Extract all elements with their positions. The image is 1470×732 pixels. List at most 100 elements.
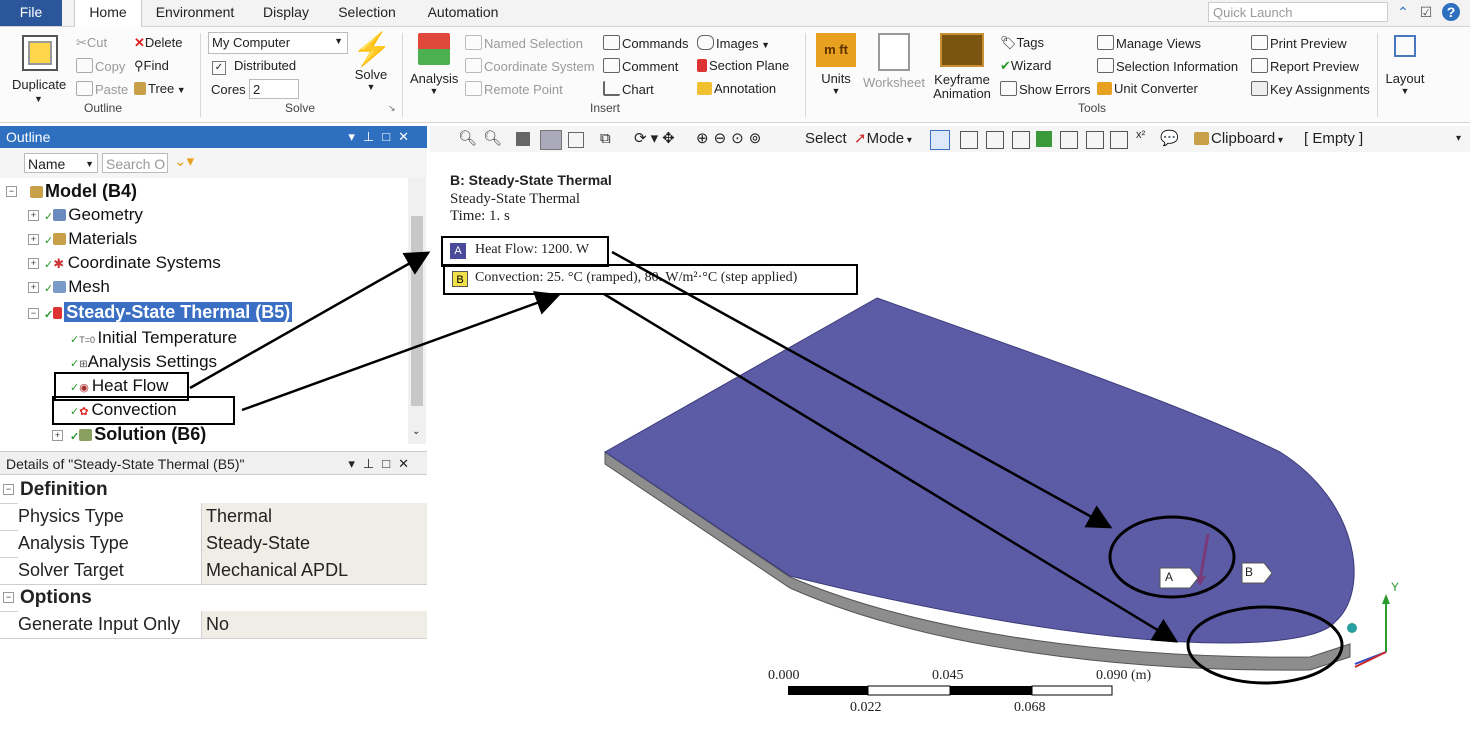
solve-target-select[interactable]: My Computer ▼ — [208, 32, 348, 54]
zoom-tools-icon[interactable]: 🔍︎🔍︎ — [458, 127, 508, 151]
images-button[interactable]: Images ▼ — [697, 35, 770, 51]
chevron-up-icon[interactable]: ⌃ — [1394, 3, 1412, 21]
layout-button[interactable]: Layout ▼ — [1383, 35, 1427, 113]
group-label-solve: Solve — [284, 101, 316, 115]
report-preview-button[interactable]: Report Preview — [1251, 58, 1359, 74]
keyframe-animation-button[interactable]: Keyframe Animation — [930, 33, 994, 113]
key-assignments-button[interactable]: Key Assignments — [1251, 81, 1370, 97]
section-plane-button[interactable]: Section Plane — [697, 58, 789, 73]
expand-icon[interactable]: + — [28, 282, 39, 293]
solve-button[interactable]: ⚡ Solve ▼ — [352, 31, 392, 111]
annotation-button[interactable]: Annotation — [697, 81, 776, 96]
unit-converter-button[interactable]: Unit Converter — [1097, 81, 1198, 96]
tree-item-analysis-settings[interactable]: ✓⊞Analysis Settings — [70, 352, 217, 372]
graphics-viewport[interactable]: B: Steady-State Thermal Steady-State The… — [430, 152, 1470, 732]
plate-top — [604, 297, 1355, 644]
collapse-icon[interactable]: − — [28, 308, 39, 319]
legend-item-heat-flow[interactable]: A Heat Flow: 1200. W — [441, 236, 609, 267]
quick-launch-input[interactable]: Quick Launch — [1208, 2, 1388, 22]
details-section-options[interactable]: − Options — [0, 584, 427, 612]
property-value[interactable]: No — [202, 611, 427, 638]
triad-origin — [1347, 623, 1357, 633]
property-value[interactable]: Steady-State — [202, 530, 427, 557]
details-row[interactable]: Solver Target Mechanical APDL — [0, 557, 427, 585]
copy-button[interactable]: Copy — [76, 58, 125, 74]
tree-item-coordinate-systems[interactable]: ✓✱ Coordinate Systems — [44, 253, 221, 273]
tree-item-steady-state-thermal[interactable]: ✓ Steady-State Thermal (B5) — [44, 302, 293, 323]
tab-environment[interactable]: Environment — [155, 0, 235, 26]
tree-item-materials[interactable]: ✓ Materials — [44, 229, 137, 249]
find-button[interactable]: ⚲Find — [134, 58, 169, 74]
expand-icon[interactable]: + — [28, 258, 39, 269]
expand-icon[interactable]: + — [28, 210, 39, 221]
tree-scrollbar[interactable]: ⌄ — [408, 178, 426, 444]
wizard-button[interactable]: ✔Wizard — [1000, 58, 1051, 74]
panel-controls-icon[interactable]: ▾⊥□✕ — [348, 452, 417, 476]
expand-chevron-icon[interactable]: ⌄▾ — [174, 152, 194, 170]
details-section-definition[interactable]: − Definition — [0, 476, 427, 504]
collapse-icon[interactable]: − — [6, 186, 17, 197]
tab-automation[interactable]: Automation — [420, 0, 506, 26]
distributed-label: Distributed — [234, 58, 297, 73]
help-icon[interactable]: ? — [1442, 3, 1460, 21]
show-errors-button[interactable]: Show Errors — [1000, 81, 1091, 97]
selection-filter-icon[interactable]: ⧉ — [600, 127, 611, 151]
clipboard-button[interactable]: Clipboard ▾ — [1194, 127, 1283, 151]
display-style-icons[interactable] — [516, 130, 586, 150]
cut-button[interactable]: ✂Cut — [76, 35, 107, 51]
manage-views-button[interactable]: Manage Views — [1097, 35, 1201, 51]
delete-button[interactable]: ✕Delete — [134, 35, 182, 51]
tab-display[interactable]: Display — [255, 0, 317, 26]
outline-search-input[interactable]: Search O — [102, 153, 168, 173]
cores-input[interactable]: 2 — [249, 79, 299, 99]
checklist-icon[interactable]: ☑ — [1417, 3, 1435, 21]
details-row[interactable]: Analysis Type Steady-State — [0, 530, 427, 558]
tree-item-solution[interactable]: ✓ Solution (B6) — [70, 424, 206, 445]
comment-button[interactable]: Comment — [603, 58, 678, 74]
analysis-button[interactable]: Analysis ▼ — [410, 33, 458, 113]
legend-item-convection[interactable]: B Convection: 25. °C (ramped), 80. W/m²·… — [443, 264, 858, 295]
tree-item-initial-temperature[interactable]: ✓T=0 Initial Temperature — [70, 328, 237, 348]
worksheet-button[interactable]: Worksheet — [862, 33, 926, 113]
collapse-icon[interactable]: − — [3, 484, 14, 495]
tab-home[interactable]: Home — [74, 0, 142, 27]
rotate-pan-icons[interactable]: ⟳▾✥ — [634, 127, 679, 151]
expand-icon[interactable]: + — [52, 430, 63, 441]
tab-selection[interactable]: Selection — [332, 0, 402, 26]
tree-item-mesh[interactable]: ✓ Mesh — [44, 277, 110, 297]
tree-item-label: Model (B4) — [45, 181, 137, 201]
selection-information-button[interactable]: Selection Information — [1097, 58, 1238, 74]
commands-button[interactable]: Commands — [603, 35, 688, 51]
select-mode-button[interactable]: ➚Mode ▾ — [854, 127, 912, 151]
tree-item-model[interactable]: Model (B4) — [30, 181, 137, 202]
toolbar-overflow-icon[interactable]: ▾ — [1456, 127, 1461, 151]
remote-point-button[interactable]: Remote Point — [465, 81, 563, 97]
dialog-launcher-icon[interactable]: ↘ — [388, 103, 396, 114]
chart-button[interactable]: Chart — [603, 81, 654, 97]
selection-type-icons[interactable]: x² 💬 — [930, 129, 1184, 150]
coordinate-system-button[interactable]: Coordinate System — [465, 58, 595, 74]
tree-item-geometry[interactable]: ✓ Geometry — [44, 205, 143, 225]
units-button[interactable]: m ft Units ▼ — [813, 33, 859, 113]
scrollbar-thumb[interactable] — [411, 216, 423, 406]
zoom-fit-icons[interactable]: ⊕⊖⊙⊚ — [696, 127, 766, 151]
paste-button[interactable]: Paste — [76, 81, 128, 97]
named-selection-button[interactable]: Named Selection — [465, 35, 583, 51]
outline-filter-bar: Name ▼ Search O ⌄▾ — [0, 148, 427, 179]
name-filter-select[interactable]: Name ▼ — [24, 153, 98, 173]
group-label-insert: Insert — [589, 101, 620, 115]
property-value[interactable]: Mechanical APDL — [202, 557, 427, 584]
details-row[interactable]: Physics Type Thermal — [0, 503, 427, 531]
expand-icon[interactable]: + — [28, 234, 39, 245]
distributed-checkbox[interactable]: ✓ Distributed — [212, 58, 296, 75]
tab-file[interactable]: File — [0, 0, 62, 26]
tree-button[interactable]: Tree ▼ — [134, 81, 186, 96]
property-value[interactable]: Thermal — [202, 503, 427, 530]
collapse-icon[interactable]: − — [3, 592, 14, 603]
tags-button[interactable]: 🏷Tags — [1000, 35, 1044, 51]
panel-controls-icon[interactable]: ▾⊥□✕ — [348, 126, 417, 148]
print-preview-button[interactable]: Print Preview — [1251, 35, 1347, 51]
wizard-label: Wizard — [1010, 58, 1052, 73]
scroll-down-icon[interactable]: ⌄ — [412, 426, 420, 437]
details-row[interactable]: Generate Input Only No — [0, 611, 427, 639]
